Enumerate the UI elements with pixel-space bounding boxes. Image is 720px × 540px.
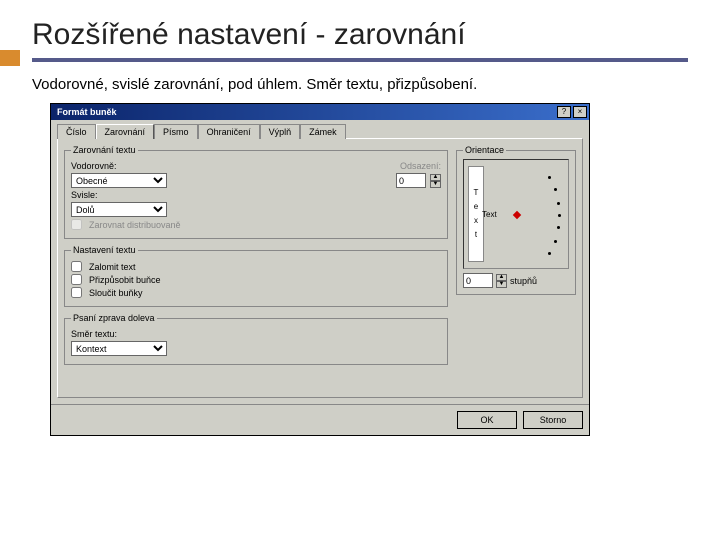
degrees-input[interactable] [463,273,493,288]
text-settings-legend: Nastavení textu [71,245,138,255]
vert-label: Svisle: [71,190,98,200]
shrink-label: Přizpůsobit buňce [89,275,161,285]
tab-cislo[interactable]: Číslo [57,124,96,139]
distribute-checkbox [71,219,82,230]
text-align-group: Zarovnání textu Vodorovně: Odsazení: Obe… [64,145,448,239]
orientation-dial[interactable]: Text [476,166,562,262]
close-button[interactable]: × [573,106,587,118]
help-button[interactable]: ? [557,106,571,118]
rtl-group: Psaní zprava doleva Směr textu: Kontext [64,313,448,365]
merge-checkbox[interactable] [71,287,82,298]
tab-pismo[interactable]: Písmo [154,124,198,139]
text-settings-group: Nastavení textu Zalomit text Přizpůsobit… [64,245,448,307]
dir-label: Směr textu: [71,329,117,339]
button-row: OK Storno [51,404,589,435]
orient-indicator-icon [513,211,521,219]
text-align-legend: Zarovnání textu [71,145,138,155]
tab-strip: Číslo Zarovnání Písmo Ohraničení Výplň Z… [57,124,583,139]
orient-text-label: Text [482,210,497,219]
distribute-label: Zarovnat distribuovaně [89,220,181,230]
format-cells-dialog: Formát buněk ? × Číslo Zarovnání Písmo O… [50,103,590,436]
vert-select[interactable]: Dolů [71,202,167,217]
indent-input[interactable] [396,173,426,188]
rtl-legend: Psaní zprava doleva [71,313,157,323]
titlebar: Formát buněk ? × [51,104,589,120]
title-underline [32,58,688,62]
dialog-title: Formát buněk [57,107,555,117]
slide-title: Rozšířené nastavení - zarovnání [32,18,688,52]
wrap-checkbox[interactable] [71,261,82,272]
shrink-checkbox[interactable] [71,274,82,285]
wrap-label: Zalomit text [89,262,136,272]
tab-vypln[interactable]: Výplň [260,124,301,139]
tab-ohraniceni[interactable]: Ohraničení [198,124,260,139]
tab-panel: Zarovnání textu Vodorovně: Odsazení: Obe… [57,138,583,398]
indent-label: Odsazení: [400,161,441,171]
orientation-group: Orientace Text Text [456,145,576,295]
cancel-button[interactable]: Storno [523,411,583,429]
indent-spinner[interactable]: ▲▼ [430,174,441,188]
merge-label: Sloučit buňky [89,288,143,298]
degrees-spinner[interactable]: ▲▼ [496,274,507,288]
ok-button[interactable]: OK [457,411,517,429]
orientation-legend: Orientace [463,145,506,155]
horiz-label: Vodorovně: [71,161,117,171]
slide-body-text: Vodorovné, svislé zarovnání, pod úhlem. … [32,76,688,93]
orientation-preview[interactable]: Text Text [463,159,569,269]
horiz-select[interactable]: Obecné [71,173,167,188]
degrees-unit: stupňů [510,276,537,286]
tab-zarovnani[interactable]: Zarovnání [96,124,155,139]
dir-select[interactable]: Kontext [71,341,167,356]
tab-zamek[interactable]: Zámek [300,124,346,139]
